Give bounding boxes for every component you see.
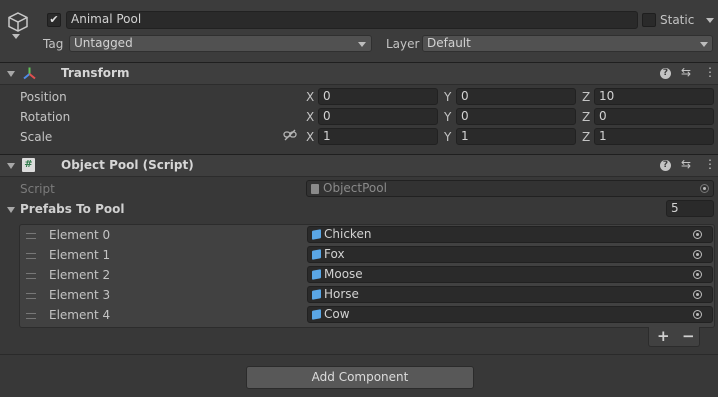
prefabs-to-pool-label[interactable]: Prefabs To Pool	[20, 202, 125, 216]
element-2-drag-handle[interactable]	[26, 273, 36, 279]
element-0-drag-handle[interactable]	[26, 233, 36, 239]
gameobject-name-input[interactable]: Animal Pool	[66, 11, 638, 29]
scale-y-input[interactable]: 1	[456, 128, 576, 145]
element-1-picker-icon[interactable]	[693, 250, 702, 259]
rotation-label: Rotation	[20, 110, 71, 124]
prefab-icon	[312, 289, 321, 300]
rotation-z-axis-label: Z	[582, 110, 591, 124]
element-4-drag-handle[interactable]	[26, 313, 36, 319]
object-pool-help-icon[interactable]: ?	[660, 160, 671, 171]
scale-y-axis-label: Y	[444, 130, 452, 144]
scale-z-input[interactable]: 1	[594, 128, 714, 145]
script-field: ObjectPool	[306, 180, 714, 197]
transform-foldout-icon[interactable]	[7, 71, 15, 77]
transform-more-icon[interactable]: ⋮	[704, 65, 716, 79]
position-z-input[interactable]: 10	[594, 88, 714, 105]
script-picker-icon	[700, 184, 709, 193]
prefabs-foldout-icon[interactable]	[7, 207, 15, 213]
prefab-icon	[312, 309, 321, 320]
active-checkbox[interactable]: ✔	[47, 13, 61, 27]
static-dropdown-icon[interactable]	[706, 18, 714, 23]
element-4-picker-icon[interactable]	[693, 310, 702, 319]
transform-help-icon[interactable]: ?	[660, 68, 671, 79]
element-2-field[interactable]: Moose	[307, 266, 713, 283]
object-pool-presets-icon[interactable]: ⇆	[681, 157, 691, 171]
element-4-label: Element 4	[49, 308, 111, 322]
layer-dropdown-arrow-icon	[700, 42, 708, 47]
static-label: Static	[660, 13, 695, 27]
position-y-axis-label: Y	[444, 90, 452, 104]
element-0-value: Chicken	[324, 227, 372, 241]
element-3-picker-icon[interactable]	[693, 290, 702, 299]
layer-dropdown[interactable]: Default	[422, 35, 713, 52]
object-pool-title: Object Pool (Script)	[61, 158, 194, 172]
tag-label: Tag	[43, 37, 64, 51]
transform-icon	[23, 67, 36, 80]
script-file-icon	[311, 184, 319, 194]
scale-x-axis-label: X	[306, 130, 315, 144]
transform-presets-icon[interactable]: ⇆	[681, 65, 691, 79]
position-y-input[interactable]: 0	[456, 88, 576, 105]
component-separator	[0, 354, 718, 355]
object-pool-foldout-icon[interactable]	[7, 163, 15, 169]
script-icon: #	[22, 158, 35, 172]
prefab-icon	[312, 269, 321, 280]
script-label: Script	[20, 182, 55, 196]
position-label: Position	[20, 90, 67, 104]
add-component-button[interactable]: Add Component	[246, 366, 474, 389]
element-1-value: Fox	[324, 247, 345, 261]
scale-x-input[interactable]: 1	[318, 128, 438, 145]
element-0-picker-icon[interactable]	[693, 230, 702, 239]
transform-body: Position Rotation Scale X 0 Y 0 Z 10 X 0…	[0, 85, 718, 153]
prefab-icon	[312, 249, 321, 260]
scale-z-axis-label: Z	[582, 130, 591, 144]
prefab-icon	[312, 229, 321, 240]
gameobject-header: ✔ Animal Pool Static Tag Untagged Layer …	[0, 0, 718, 62]
element-3-field[interactable]: Horse	[307, 286, 713, 303]
element-2-picker-icon[interactable]	[693, 270, 702, 279]
element-0-field[interactable]: Chicken	[307, 226, 713, 243]
element-1-label: Element 1	[49, 248, 111, 262]
position-x-input[interactable]: 0	[318, 88, 438, 105]
transform-title: Transform	[61, 66, 130, 80]
rotation-y-axis-label: Y	[444, 110, 452, 124]
position-x-axis-label: X	[306, 90, 315, 104]
element-3-drag-handle[interactable]	[26, 293, 36, 299]
rotation-x-axis-label: X	[306, 110, 315, 124]
script-value: ObjectPool	[323, 181, 387, 195]
remove-element-button[interactable]: −	[682, 327, 695, 345]
element-1-drag-handle[interactable]	[26, 253, 36, 259]
rotation-x-input[interactable]: 0	[318, 108, 438, 125]
element-4-value: Cow	[324, 307, 350, 321]
icon-dropdown-arrow-icon[interactable]	[12, 34, 20, 39]
scale-label: Scale	[20, 130, 53, 144]
tag-dropdown[interactable]: Untagged	[69, 35, 372, 52]
element-3-value: Horse	[324, 287, 359, 301]
position-z-axis-label: Z	[582, 90, 591, 104]
object-pool-body: Script ObjectPool Prefabs To Pool 5 Elem…	[0, 177, 718, 357]
element-1-field[interactable]: Fox	[307, 246, 713, 263]
static-checkbox[interactable]	[642, 13, 656, 27]
object-pool-header[interactable]: # Object Pool (Script) ? ⇆ ⋮	[0, 154, 718, 177]
scale-link-icon[interactable]	[283, 129, 297, 141]
layer-label: Layer	[386, 37, 420, 51]
element-4-field[interactable]: Cow	[307, 306, 713, 323]
element-2-label: Element 2	[49, 268, 111, 282]
element-3-label: Element 3	[49, 288, 111, 302]
add-element-button[interactable]: +	[657, 327, 670, 345]
gameobject-cube-icon	[8, 12, 28, 32]
rotation-y-input[interactable]: 0	[456, 108, 576, 125]
element-0-label: Element 0	[49, 228, 111, 242]
tag-dropdown-arrow-icon	[358, 42, 366, 47]
object-pool-more-icon[interactable]: ⋮	[704, 157, 716, 171]
transform-header[interactable]: Transform ? ⇆ ⋮	[0, 62, 718, 85]
rotation-z-input[interactable]: 0	[594, 108, 714, 125]
prefabs-size-input[interactable]: 5	[666, 200, 714, 217]
element-2-value: Moose	[324, 267, 363, 281]
